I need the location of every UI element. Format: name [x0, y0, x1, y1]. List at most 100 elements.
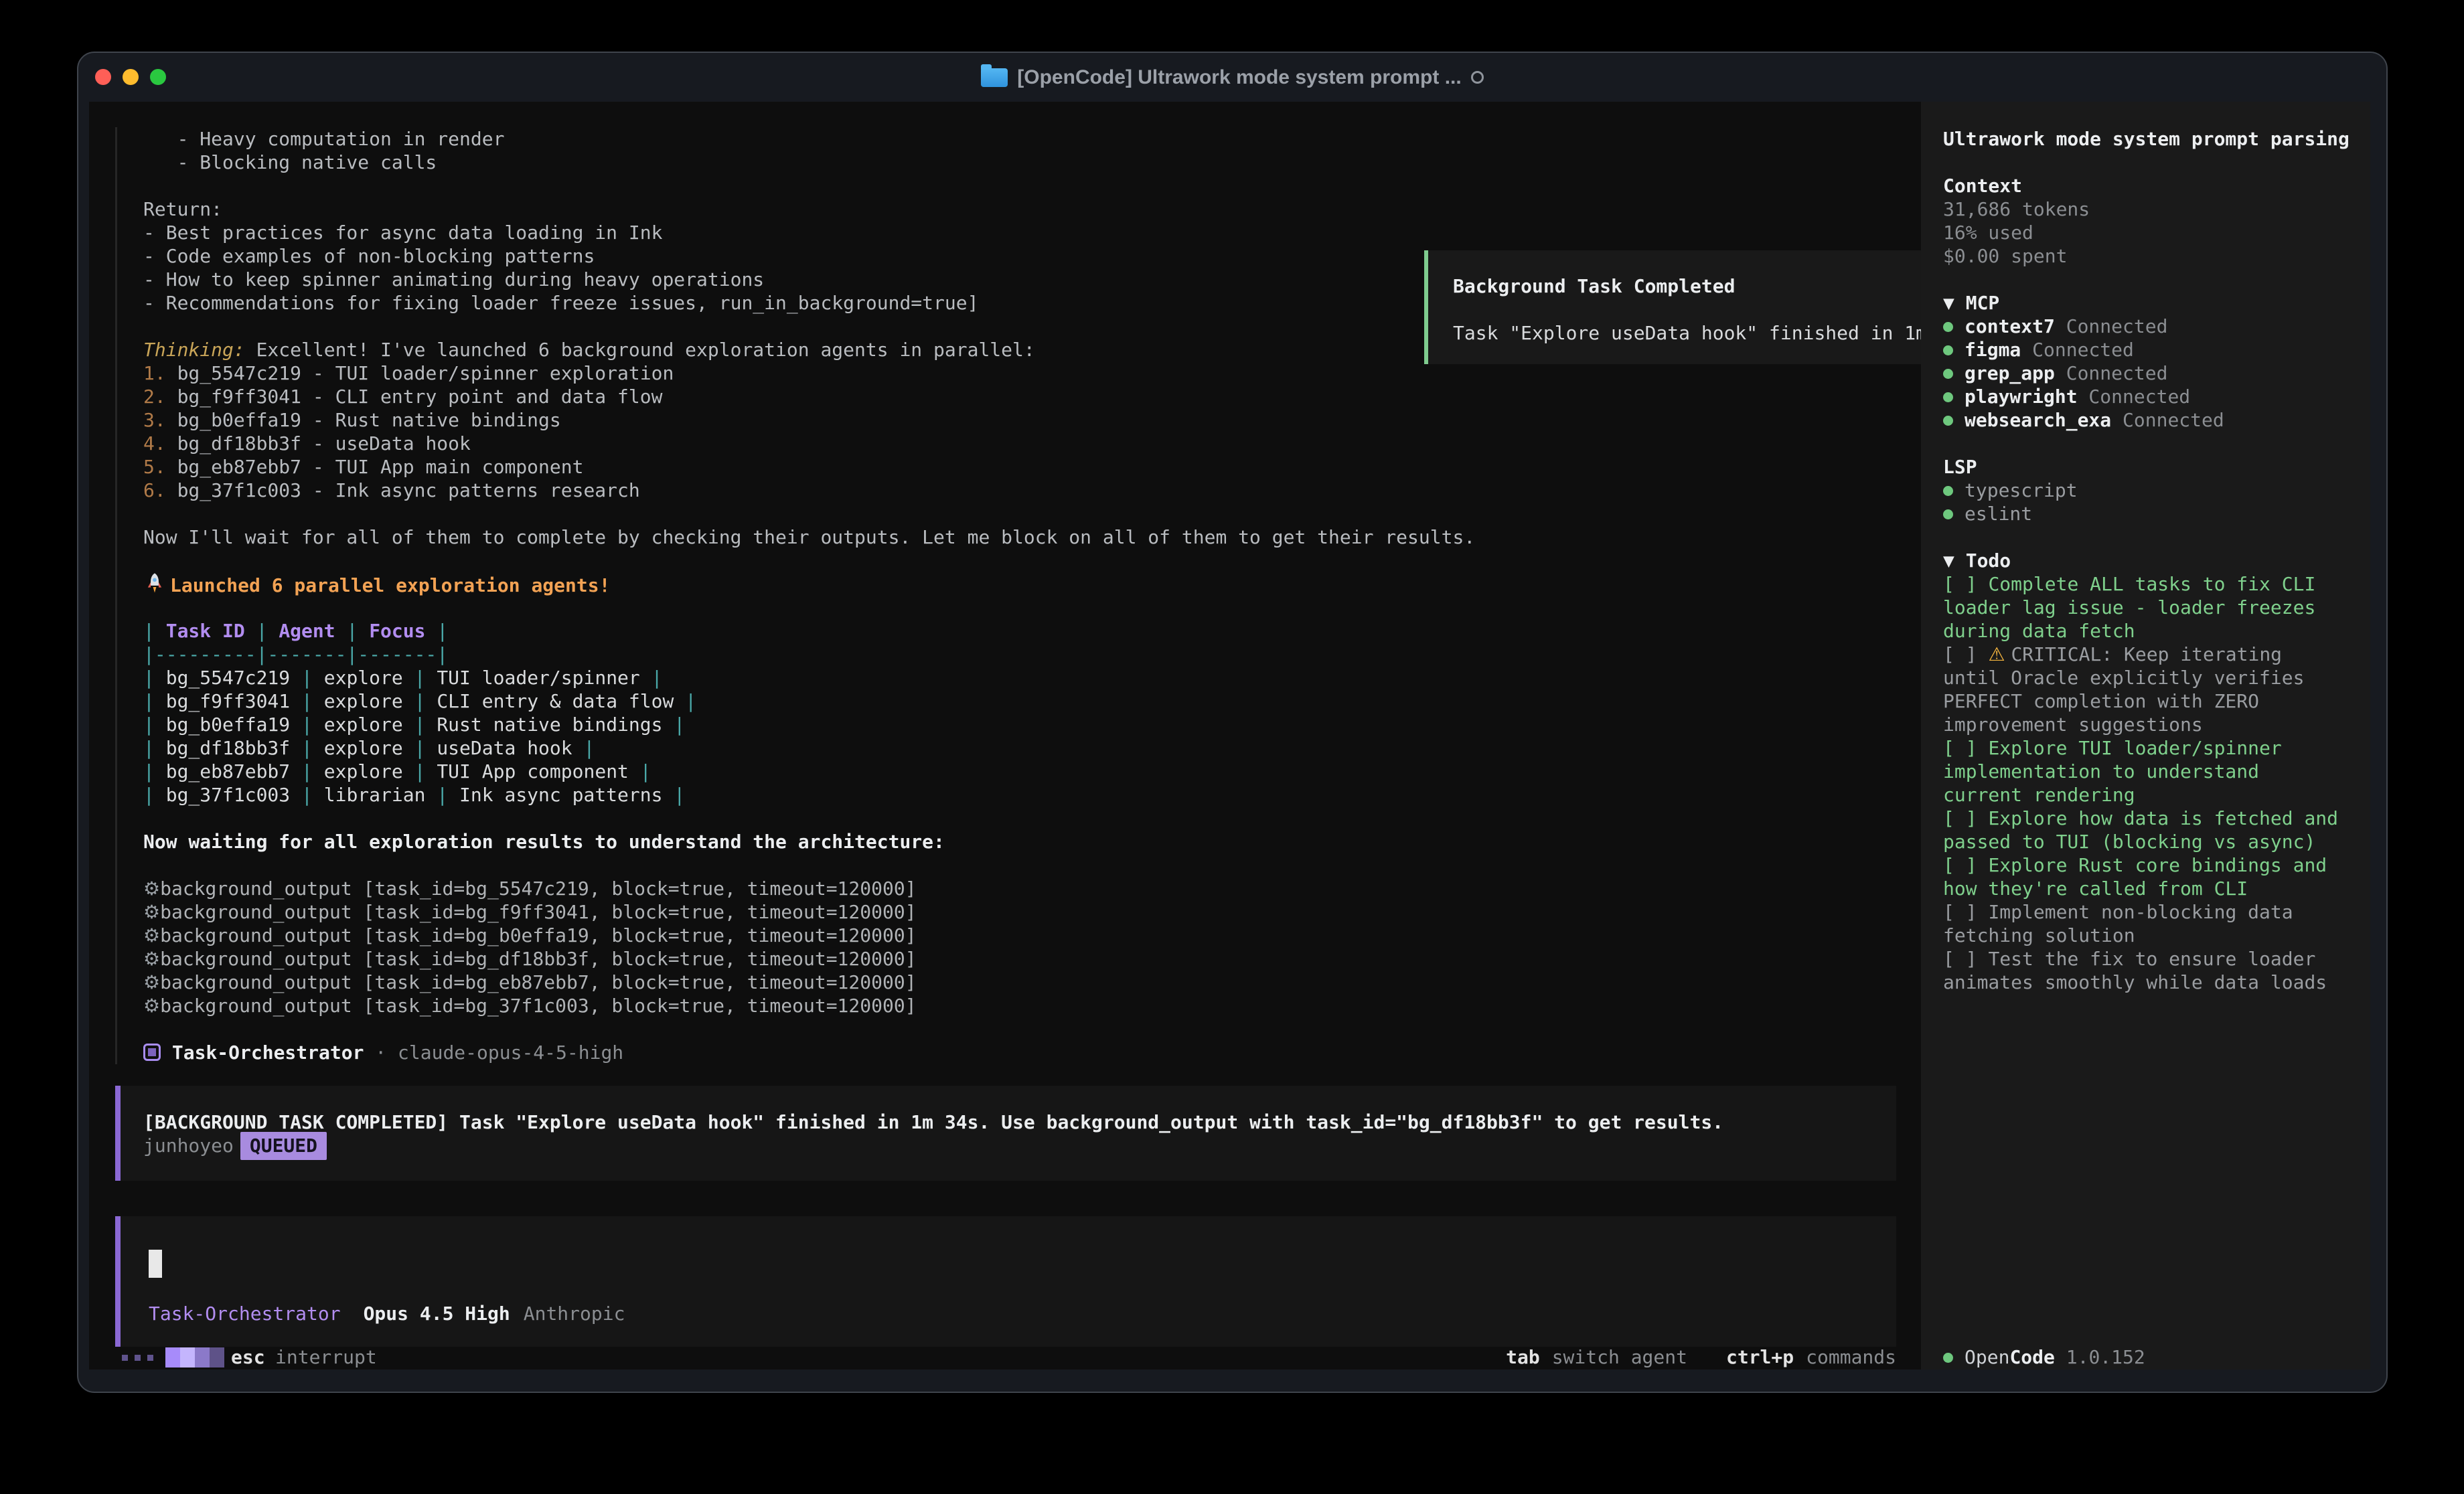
transcript-line: ⚙background_output [task_id=bg_df18bb3f,…: [143, 947, 1475, 971]
context-heading: Context: [1943, 174, 2345, 197]
transcript-line: ⚙background_output [task_id=bg_f9ff3041,…: [143, 900, 1475, 924]
transcript-line: 2. bg_f9ff3041 - CLI entry point and dat…: [143, 385, 1475, 408]
traffic-lights: [95, 69, 166, 85]
transcript-line: ⚙background_output [task_id=bg_eb87ebb7,…: [143, 971, 1475, 994]
transcript: - Heavy computation in render - Blocking…: [115, 127, 1475, 1064]
connected-dot-icon: [1943, 369, 1953, 379]
rocket-icon: [143, 572, 166, 595]
todo-checkbox: [ ]: [1943, 948, 1988, 970]
todo-heading[interactable]: ▼ Todo: [1943, 549, 2345, 572]
app-version: 1.0.152: [2066, 1346, 2145, 1368]
transcript-line: - Code examples of non-blocking patterns: [143, 244, 1475, 268]
transcript-line: |---------|-------|-------|: [143, 643, 1475, 666]
todo-checkbox: [ ]: [1943, 643, 1988, 665]
transcript-line: | bg_37f1c003 | librarian | Ink async pa…: [143, 783, 1475, 807]
connected-dot-icon: [1943, 509, 1953, 519]
lsp-heading: LSP: [1943, 455, 2345, 479]
transcript-line: [143, 596, 1475, 619]
app-version-status: OpenCode 1.0.152: [1943, 1345, 2145, 1370]
sidebar: Ultrawork mode system prompt parsing Con…: [1921, 102, 2370, 1370]
warning-icon: ⚠: [1988, 643, 2011, 665]
todo-item: [ ] Implement non-blocking data fetching…: [1943, 900, 2345, 947]
app-window: [OpenCode] Ultrawork mode system prompt …: [77, 52, 2388, 1393]
tab-key-hint: tab: [1506, 1345, 1540, 1370]
context-stat: $0.00 spent: [1943, 244, 2345, 268]
notification-toast[interactable]: Background Task Completed Task "Explore …: [1424, 250, 1921, 364]
transcript-line: - How to keep spinner animating during h…: [143, 268, 1475, 291]
transcript-line: | bg_df18bb3f | explore | useData hook |: [143, 736, 1475, 760]
mcp-list: context7 Connectedfigma Connectedgrep_ap…: [1943, 315, 2345, 432]
transcript-line: Now waiting for all exploration results …: [143, 830, 1475, 853]
transcript-line: ⚙background_output [task_id=bg_b0effa19,…: [143, 924, 1475, 947]
lsp-item: typescript: [1943, 479, 2345, 502]
transcript-line: Task-Orchestrator · claude-opus-4-5-high: [143, 1041, 1475, 1064]
titlebar: [OpenCode] Ultrawork mode system prompt …: [78, 53, 2386, 102]
zoom-button[interactable]: [150, 69, 166, 85]
text-cursor: [149, 1250, 162, 1278]
toast-title: Background Task Completed: [1453, 275, 1735, 297]
transcript-line: 1. bg_5547c219 - TUI loader/spinner expl…: [143, 361, 1475, 385]
transcript-line: | bg_b0effa19 | explore | Rust native bi…: [143, 713, 1475, 736]
todo-item: [ ] Explore Rust core bindings and how t…: [1943, 853, 2345, 900]
input-provider: Anthropic: [524, 1303, 625, 1325]
footer-bar: esc interrupt tab switch agent ctrl+p co…: [89, 1345, 1921, 1370]
mcp-item: context7 Connected: [1943, 315, 2345, 338]
todo-checkbox: [ ]: [1943, 807, 1988, 829]
esc-label: interrupt: [275, 1345, 377, 1370]
context-stats: 31,686 tokens16% used$0.00 spent: [1943, 197, 2345, 268]
transcript-line: Thinking: Excellent! I've launched 6 bac…: [143, 338, 1475, 361]
prompt-input[interactable]: Task-Orchestrator Opus 4.5 High Anthropic: [115, 1216, 1896, 1347]
mcp-item: websearch_exa Connected: [1943, 408, 2345, 432]
agent-box-icon: [143, 1044, 161, 1061]
transcript-line: [143, 853, 1475, 877]
input-agent-row: Task-Orchestrator Opus 4.5 High Anthropic: [149, 1302, 625, 1325]
lsp-item: eslint: [1943, 502, 2345, 525]
transcript-line: 6. bg_37f1c003 - Ink async patterns rese…: [143, 479, 1475, 502]
todo-checkbox: [ ]: [1943, 737, 1988, 759]
close-button[interactable]: [95, 69, 111, 85]
tab-label: switch agent: [1552, 1345, 1687, 1370]
transcript-line: 5. bg_eb87ebb7 - TUI App main component: [143, 455, 1475, 479]
circle-icon: [1471, 71, 1484, 84]
transcript-line: [143, 502, 1475, 525]
app-name: Open: [1965, 1346, 2009, 1368]
message-author: junhoyeo: [143, 1134, 234, 1157]
connected-dot-icon: [1943, 486, 1953, 496]
lsp-list: typescripteslint: [1943, 479, 2345, 525]
todo-item: [ ] Test the fix to ensure loader animat…: [1943, 947, 2345, 994]
main-pane: - Heavy computation in render - Blocking…: [89, 102, 1921, 1370]
todo-item: [ ] Complete ALL tasks to fix CLI loader…: [1943, 572, 2345, 643]
connected-dot-icon: [1943, 345, 1953, 355]
context-stat: 31,686 tokens: [1943, 197, 2345, 221]
transcript-line: - Heavy computation in render: [143, 127, 1475, 151]
mcp-item: playwright Connected: [1943, 385, 2345, 408]
busy-spinner: [122, 1345, 224, 1370]
todo-checkbox: [ ]: [1943, 854, 1988, 876]
ctrlp-label: commands: [1806, 1345, 1896, 1370]
transcript-line: ⚙background_output [task_id=bg_5547c219,…: [143, 877, 1475, 900]
sidebar-title: Ultrawork mode system prompt parsing: [1943, 127, 2345, 151]
transcript-line: [143, 807, 1475, 830]
transcript-line: [143, 174, 1475, 197]
transcript-line: Return:: [143, 197, 1475, 221]
transcript-line: - Best practices for async data loading …: [143, 221, 1475, 244]
transcript-line: Now I'll wait for all of them to complet…: [143, 525, 1475, 549]
transcript-line: 4. bg_df18bb3f - useData hook: [143, 432, 1475, 455]
input-agent-name: Task-Orchestrator: [149, 1303, 341, 1325]
connected-dot-icon: [1943, 322, 1953, 332]
window-title: [OpenCode] Ultrawork mode system prompt …: [1017, 66, 1461, 89]
mcp-item: grep_app Connected: [1943, 361, 2345, 385]
transcript-line: - Recommendations for fixing loader free…: [143, 291, 1475, 315]
folder-icon: [981, 68, 1008, 87]
context-stat: 16% used: [1943, 221, 2345, 244]
todo-item: [ ] Explore how data is fetched and pass…: [1943, 807, 2345, 853]
input-model: Opus 4.5 High: [364, 1303, 510, 1325]
message-text: [BACKGROUND TASK COMPLETED] Task "Explor…: [143, 1110, 1723, 1134]
todo-checkbox: [ ]: [1943, 901, 1988, 923]
transcript-line: | bg_5547c219 | explore | TUI loader/spi…: [143, 666, 1475, 689]
transcript-line: ⚙background_output [task_id=bg_37f1c003,…: [143, 994, 1475, 1017]
transcript-line: - Blocking native calls: [143, 151, 1475, 174]
transcript-line: | bg_f9ff3041 | explore | CLI entry & da…: [143, 689, 1475, 713]
mcp-heading[interactable]: ▼ MCP: [1943, 291, 2345, 315]
minimize-button[interactable]: [123, 69, 139, 85]
